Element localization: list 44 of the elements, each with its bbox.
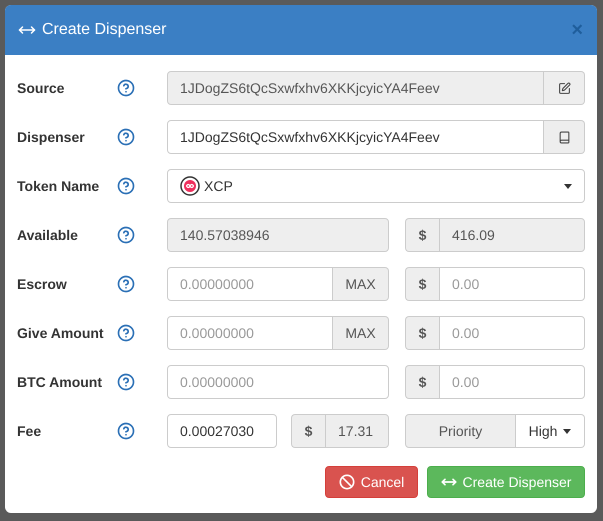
help-icon[interactable]	[117, 324, 135, 342]
help-icon[interactable]	[117, 128, 135, 146]
max-button[interactable]: MAX	[333, 316, 389, 350]
field-label: Available	[17, 226, 79, 244]
help-icon[interactable]	[117, 177, 135, 195]
edit-icon	[558, 82, 570, 94]
help-icon[interactable]	[117, 422, 135, 440]
currency-addon: $	[291, 414, 325, 448]
help-icon[interactable]	[117, 226, 135, 244]
currency-addon: $	[405, 267, 439, 301]
address-book-button[interactable]	[544, 120, 585, 154]
field-label: Escrow	[17, 274, 68, 294]
field-label: Give Amount	[17, 324, 105, 342]
currency-addon: $	[405, 365, 439, 399]
caret-icon	[564, 184, 572, 188]
input-field[interactable]: 0.00000000	[167, 365, 389, 399]
field-label: Token Name	[17, 176, 100, 196]
currency-addon: $	[405, 218, 439, 252]
currency-addon: $	[405, 316, 439, 350]
help-icon[interactable]	[117, 373, 135, 391]
token-logo-icon	[180, 176, 200, 196]
token-select[interactable]: XCP	[167, 169, 585, 203]
help-icon[interactable]	[117, 275, 135, 293]
field-label: Source	[17, 78, 66, 98]
input-field[interactable]: 0.00000000	[167, 316, 333, 350]
dialog-title: Create Dispenser	[42, 20, 166, 40]
input-field[interactable]: 0.00	[439, 365, 585, 399]
field-label: BTC Amount	[17, 372, 104, 392]
input-field[interactable]: 0.00027030	[167, 414, 277, 448]
book-icon	[558, 130, 570, 144]
field-label: Fee	[17, 422, 42, 440]
priority-label: Priority	[405, 414, 516, 448]
help-icon[interactable]	[117, 79, 135, 97]
input-field[interactable]: 0.00000000	[167, 267, 333, 301]
caret-icon	[563, 428, 572, 434]
field-label: Dispenser	[17, 128, 86, 147]
input-field[interactable]: 0.00	[439, 316, 585, 350]
edit-button[interactable]	[544, 71, 585, 105]
priority-dropdown[interactable]: High	[516, 414, 585, 448]
max-button[interactable]: MAX	[333, 267, 389, 301]
input-field[interactable]: 0.00	[439, 267, 585, 301]
prohibited-icon	[338, 474, 355, 490]
input-field[interactable]: 1JDogZS6tQcSxwfxhv6XKKjcyicYA4Feev	[167, 120, 544, 154]
cancel-button[interactable]: Cancel	[325, 466, 418, 498]
